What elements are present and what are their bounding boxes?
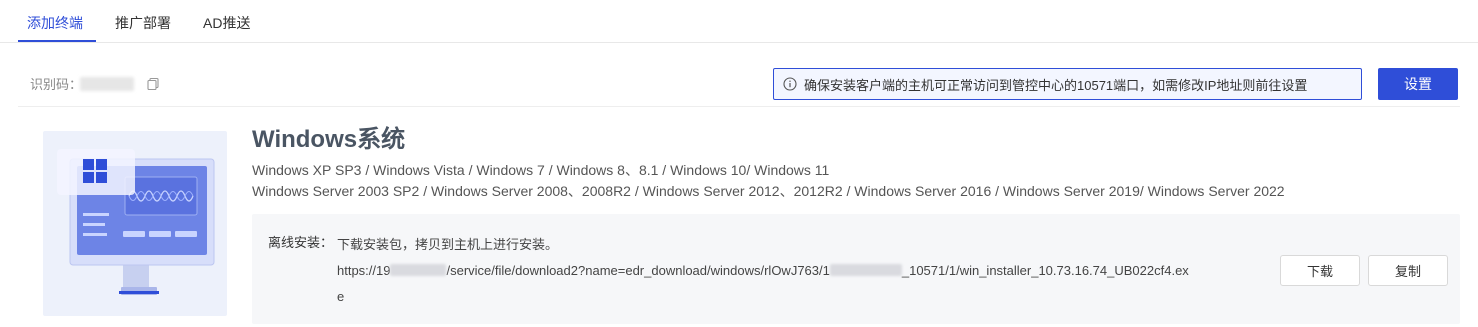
windows-monitor-illustration [43, 131, 227, 316]
redacted-ip [829, 264, 902, 276]
settings-button[interactable]: 设置 [1378, 68, 1458, 100]
copy-icon[interactable] [146, 77, 160, 91]
tab-ad-push[interactable]: AD推送 [203, 14, 250, 32]
id-code-value-redacted [80, 77, 134, 91]
offline-install-label: 离线安装： [268, 235, 334, 250]
active-tab-indicator [18, 40, 96, 42]
download-url-wrap: e [337, 289, 345, 304]
offline-install-description: 下载安装包，拷贝到主机上进行安装。 [337, 237, 559, 252]
port-notice: 确保安装客户端的主机可正常访问到管控中心的10571端口，如需修改IP地址则前往… [773, 68, 1362, 100]
redacted-ip [390, 264, 447, 276]
supported-os-desktop: Windows XP SP3 / Windows Vista / Windows… [252, 162, 830, 178]
divider [18, 106, 1460, 107]
url-path: /service/file/download2?name=edr_downloa… [446, 263, 830, 278]
notice-text: 确保安装客户端的主机可正常访问到管控中心的10571端口，如需修改IP地址则前往… [804, 77, 1308, 93]
download-url[interactable]: https://19/service/file/download2?name=e… [337, 263, 1189, 279]
os-title: Windows系统 [252, 126, 406, 153]
url-prefix: https://19 [337, 263, 391, 278]
tab-add-endpoint[interactable]: 添加终端 [27, 14, 83, 32]
url-suffix: _10571/1/win_installer_10.73.16.74_UB022… [901, 263, 1189, 278]
copy-url-button[interactable]: 复制 [1368, 255, 1448, 286]
download-button[interactable]: 下载 [1280, 255, 1360, 286]
tab-bar: 添加终端 推广部署 AD推送 [0, 0, 1478, 43]
tab-promote-deploy[interactable]: 推广部署 [115, 14, 171, 32]
id-code-label: 识别码： [30, 77, 83, 92]
info-icon [783, 77, 797, 91]
supported-os-server: Windows Server 2003 SP2 / Windows Server… [252, 183, 1285, 199]
